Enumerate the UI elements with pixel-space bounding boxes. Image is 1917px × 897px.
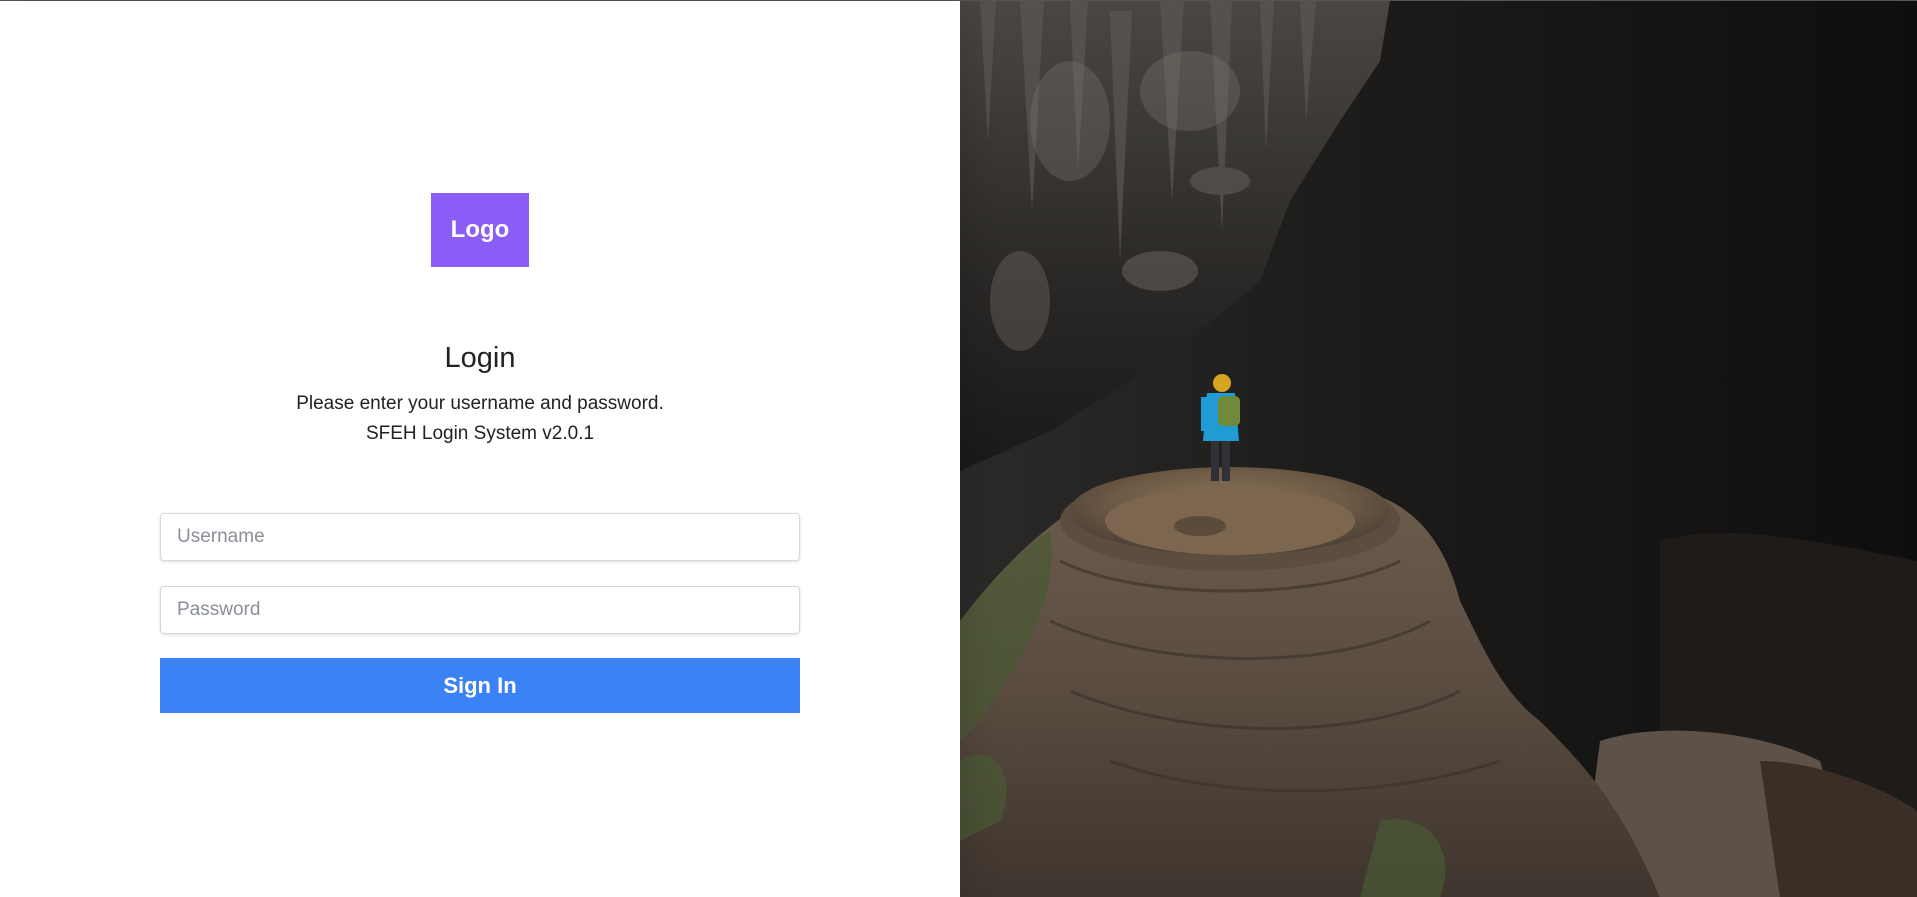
page-title: Login <box>444 342 516 374</box>
logo: Logo <box>431 193 529 267</box>
login-page: Logo Login Please enter your username an… <box>0 0 1917 897</box>
login-instructions: Please enter your username and password. <box>296 393 664 414</box>
login-panel: Logo Login Please enter your username an… <box>0 1 960 897</box>
system-version: SFEH Login System v2.0.1 <box>365 423 595 444</box>
password-input[interactable] <box>160 586 800 634</box>
sign-in-button[interactable]: Sign In <box>160 658 800 713</box>
username-input[interactable] <box>160 513 800 561</box>
cave-photo <box>960 1 1917 897</box>
hero-image <box>960 1 1917 897</box>
